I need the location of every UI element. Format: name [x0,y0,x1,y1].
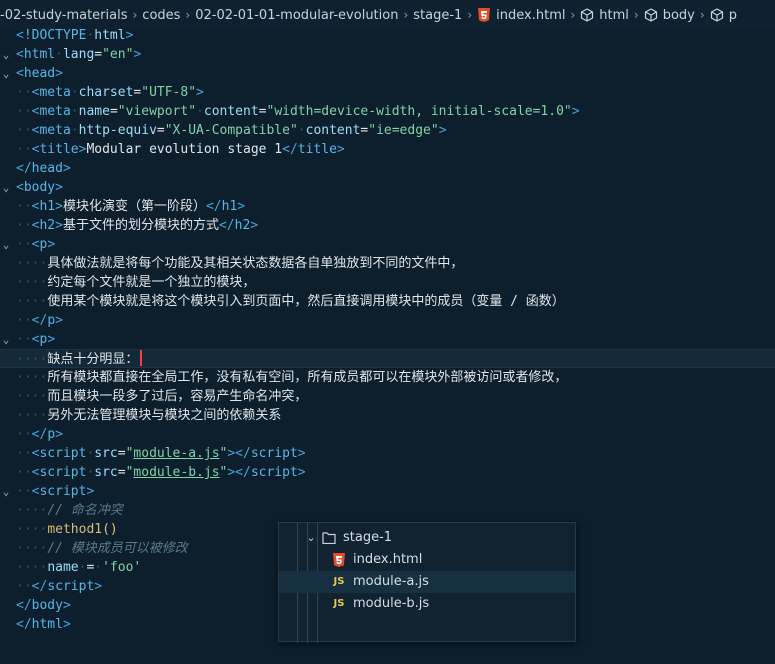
code-line: ··<meta·charset="UTF-8"> [16,85,204,100]
breadcrumb-item-codes[interactable]: codes [142,8,180,23]
chevron-right-icon: › [633,8,639,22]
code-line: ⌄ ··<p> [0,235,775,254]
code-line: ··<script·src="module-a.js"></script> [16,446,306,461]
chevron-down-icon: ⌄ [306,531,316,544]
breadcrumb-item-modular-evolution[interactable]: 02-02-01-01-modular-evolution [195,8,398,23]
breadcrumb-item-p[interactable]: p [729,8,737,23]
code-line: ⌄ <head> [0,64,775,83]
breadcrumb-item-stage-1[interactable]: stage-1 [413,8,462,23]
chevron-down-icon[interactable]: ⌄ [0,330,12,349]
chevron-right-icon: › [185,8,191,22]
chevron-right-icon: › [403,8,409,22]
chevron-down-icon[interactable]: ⌄ [0,235,12,254]
code-line: ⌄ ··<script> [0,482,775,501]
code-line: ····使用某个模块就是将这个模块引入到页面中，然后直接调用模块中的成员（变量 … [16,294,565,309]
html5-icon [331,553,347,567]
breadcrumb-item-study-materials[interactable]: -02-study-materials [0,8,127,23]
code-line: ⌄ ··<p> [0,330,775,349]
code-line-active: ····缺点十分明显： [0,349,775,368]
explorer-file-module-a[interactable]: JS module-a.js [279,571,575,593]
script-src-link[interactable]: module-b.js [133,465,219,480]
code-line: ··<meta·http-equiv="X-UA-Compatible"·con… [16,123,447,138]
file-label: module-a.js [353,574,429,589]
code-line: ····// 命名冲突 [16,503,123,518]
chevron-down-icon[interactable]: ⌄ [0,64,12,83]
code-line: </head> [16,161,71,176]
file-label: module-b.js [353,596,430,611]
explorer-folder-stage-1[interactable]: ⌄ stage-1 [279,527,575,549]
code-line: ⌄ <body> [0,178,775,197]
text-cursor [140,350,143,366]
code-line: ··<title>Modular evolution stage 1</titl… [16,142,345,157]
file-explorer-panel: ⌄ stage-1 index.html JS module-a.js JS m… [278,522,576,643]
chevron-down-icon[interactable]: ⌄ [0,45,12,64]
code-line: ····约定每个文件就是一个独立的模块， [16,275,256,290]
code-line: ····另外无法管理模块与模块之间的依赖关系 [16,408,282,423]
chevron-right-icon: › [467,8,473,22]
cube-icon [710,8,724,22]
code-line: ··</p> [16,313,63,328]
chevron-down-icon[interactable]: ⌄ [0,482,12,501]
code-line: ····具体做法就是将每个功能及其相关状态数据各自单独放到不同的文件中， [16,256,464,271]
chevron-down-icon[interactable]: ⌄ [0,178,12,197]
file-label: index.html [353,552,423,567]
code-line: ··<script·src="module-b.js"></script> [16,465,306,480]
script-src-link[interactable]: module-a.js [133,446,219,461]
js-icon: JS [333,598,345,609]
code-line: ··<h1>模块化演变（第一阶段）</h1> [16,199,246,214]
folder-icon [321,532,337,544]
chevron-right-icon: › [570,8,576,22]
breadcrumb-item-body[interactable]: body [663,8,695,23]
code-line: ··</p> [16,427,63,442]
cube-icon [580,8,594,22]
cube-icon [644,8,658,22]
html5-icon [477,8,491,22]
chevron-right-icon: › [699,8,705,22]
breadcrumb-item-index-html[interactable]: index.html [496,8,565,23]
folder-label: stage-1 [343,530,393,545]
code-line: <!DOCTYPE·html> [16,28,134,43]
js-icon: JS [333,576,345,587]
breadcrumb-item-html[interactable]: html [599,8,629,23]
code-line: ··<meta·name="viewport"·content="width=d… [16,104,580,119]
chevron-right-icon: › [132,8,138,22]
explorer-file-module-b[interactable]: JS module-b.js [279,593,575,615]
code-line: ····而且模块一段多了过后，容易产生命名冲突， [16,389,308,404]
code-line: ⌄ <html·lang="en"> [0,45,775,64]
code-line: ····所有模块都直接在全局工作，没有私有空间，所有成员都可以在模块外部被访问或… [16,370,568,385]
explorer-file-index-html[interactable]: index.html [279,549,575,571]
code-line: ··<h2>基于文件的划分模块的方式</h2> [16,218,259,233]
